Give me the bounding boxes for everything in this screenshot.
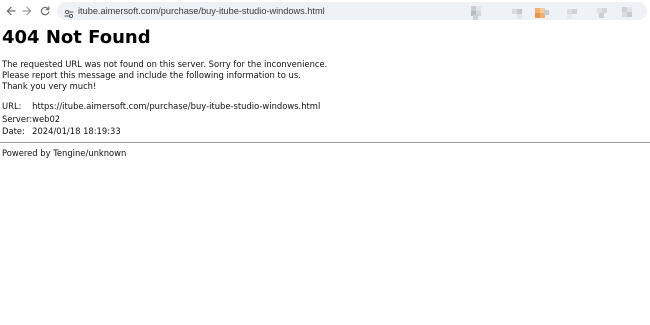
- message-line: The requested URL was not found on this …: [2, 59, 328, 69]
- site-info-icon[interactable]: [63, 5, 75, 19]
- message-line: Thank you very much!: [2, 81, 97, 91]
- arrow-left-icon: [6, 6, 16, 16]
- extension-icon[interactable]: [622, 6, 636, 20]
- divider: [0, 142, 650, 143]
- arrow-right-icon: [22, 6, 32, 16]
- message-line: Please report this message and include t…: [2, 70, 301, 80]
- extension-icon[interactable]: [567, 6, 581, 20]
- info-row-server: Server: web02: [2, 113, 320, 126]
- page-title: 404 Not Found: [2, 27, 151, 48]
- info-label: Server:: [2, 113, 33, 124]
- info-label: URL:: [2, 101, 22, 111]
- reload-icon: [40, 6, 50, 16]
- info-value: web02: [32, 113, 61, 124]
- extension-icon[interactable]: [471, 6, 485, 20]
- address-bar[interactable]: itube.aimersoft.com/purchase/buy-itube-s…: [57, 2, 647, 20]
- back-button[interactable]: [3, 3, 19, 19]
- forward-button[interactable]: [19, 3, 35, 19]
- reload-button[interactable]: [37, 3, 53, 19]
- error-info-table: URL: https://itube.aimersoft.com/purchas…: [2, 100, 320, 138]
- browser-toolbar: itube.aimersoft.com/purchase/buy-itube-s…: [0, 0, 650, 22]
- info-row-url: URL: https://itube.aimersoft.com/purchas…: [2, 100, 320, 113]
- info-row-date: Date: 2024/01/18 18:19:33: [2, 125, 320, 138]
- info-label: Date:: [2, 126, 25, 136]
- info-value: https://itube.aimersoft.com/purchase/buy…: [32, 101, 321, 111]
- server-signature: Powered by Tengine/unknown: [2, 148, 127, 158]
- error-message: The requested URL was not found on this …: [2, 59, 327, 92]
- info-value: 2024/01/18 18:19:33: [32, 126, 121, 136]
- extension-icon[interactable]: [535, 6, 549, 20]
- extension-icon[interactable]: [512, 6, 526, 20]
- url-text[interactable]: itube.aimersoft.com/purchase/buy-itube-s…: [78, 4, 325, 18]
- extension-icon[interactable]: [597, 6, 611, 20]
